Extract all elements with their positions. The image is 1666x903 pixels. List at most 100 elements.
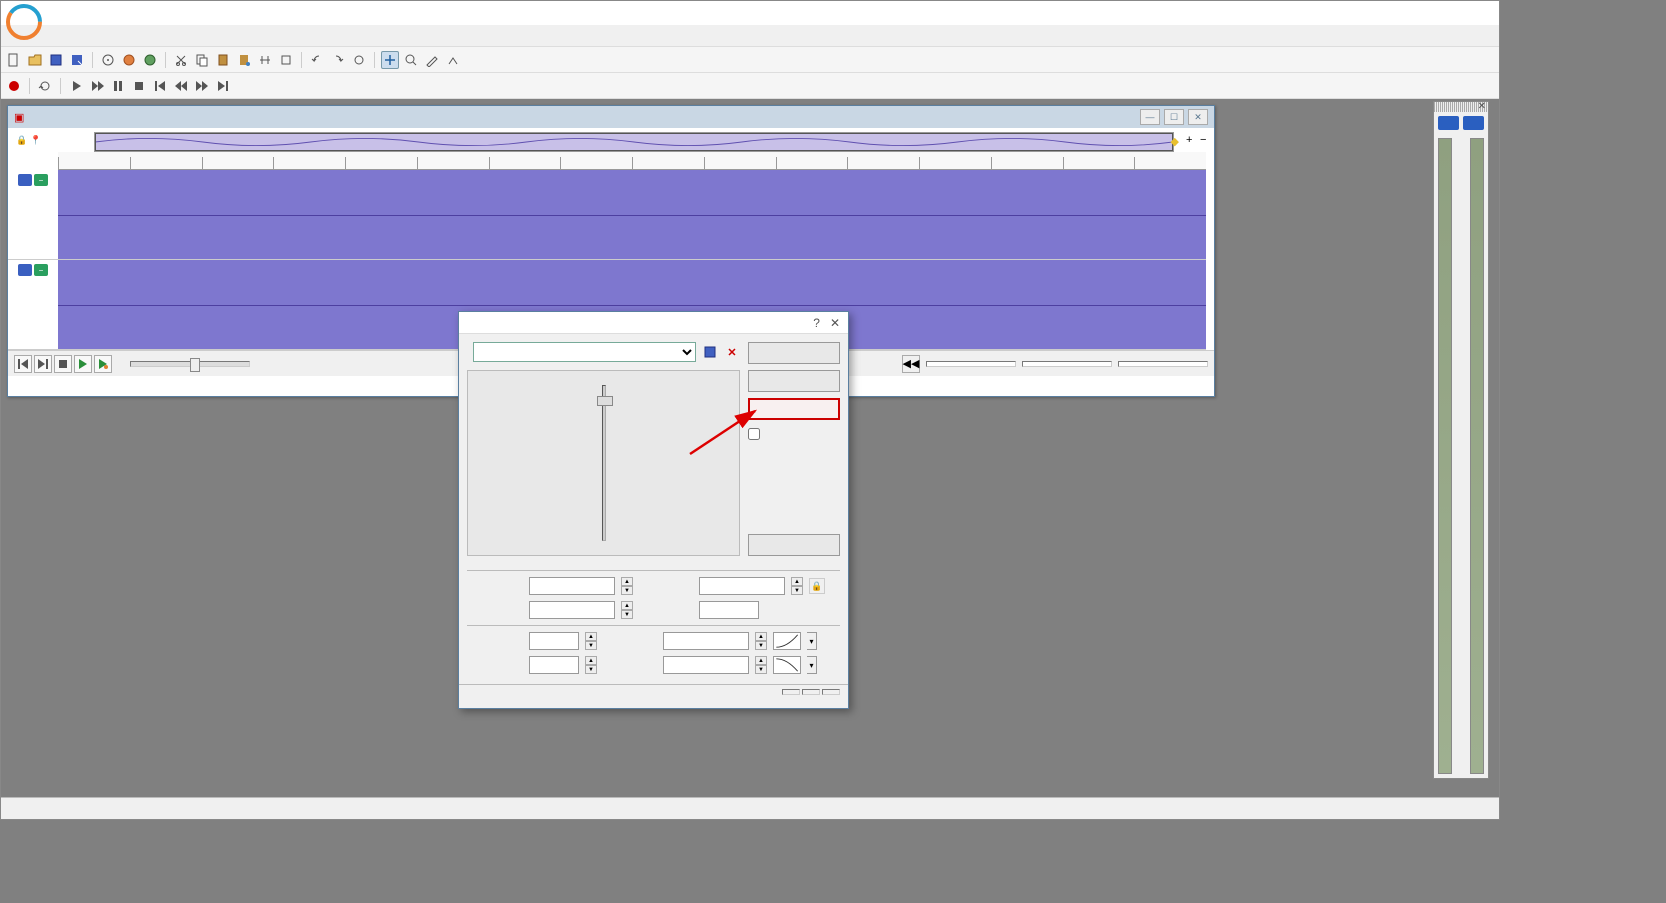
timecode-position[interactable] xyxy=(926,361,1016,367)
magnify-tool-icon[interactable] xyxy=(402,51,420,69)
footer-stop[interactable] xyxy=(54,355,72,373)
channel-1-badge[interactable] xyxy=(18,174,32,186)
repeat-icon[interactable] xyxy=(350,51,368,69)
end-spinner[interactable]: ▲▼ xyxy=(621,601,633,619)
stop-button[interactable] xyxy=(130,77,148,95)
cut-icon[interactable] xyxy=(172,51,190,69)
help-icon[interactable]: ? xyxy=(813,316,820,330)
noeffgain-input[interactable] xyxy=(529,656,579,674)
meter-ch1-badge[interactable] xyxy=(1438,116,1459,130)
mix-icon[interactable] xyxy=(256,51,274,69)
pencil-tool-icon[interactable] xyxy=(423,51,441,69)
preset-save-icon[interactable] xyxy=(702,344,718,360)
go-start-button[interactable] xyxy=(151,77,169,95)
start-spinner[interactable]: ▲▼ xyxy=(621,577,633,595)
end-input[interactable] xyxy=(529,601,615,619)
footer-play-special[interactable] xyxy=(94,355,112,373)
menu-help[interactable] xyxy=(147,34,159,38)
dialog-close-icon[interactable]: ✕ xyxy=(830,316,840,330)
pause-button[interactable] xyxy=(109,77,127,95)
loop-button[interactable] xyxy=(36,77,54,95)
noeffgain-spinner[interactable]: ▲▼ xyxy=(585,656,597,674)
menu-tools[interactable] xyxy=(91,34,103,38)
fadein-spinner[interactable]: ▲▼ xyxy=(755,632,767,650)
preset-delete-icon[interactable]: ✕ xyxy=(724,344,740,360)
effgain-input[interactable] xyxy=(529,632,579,650)
scrub-left-icon[interactable]: ◀◀ xyxy=(902,355,920,373)
copy-icon[interactable] xyxy=(193,51,211,69)
timeline-ruler[interactable] xyxy=(58,152,1206,170)
publish-icon[interactable] xyxy=(141,51,159,69)
burn-icon[interactable] xyxy=(120,51,138,69)
audio-window-titlebar[interactable]: ▣ — ☐ ✕ xyxy=(8,106,1214,128)
audio-maximize-button[interactable]: ☐ xyxy=(1164,109,1184,125)
record-button[interactable] xyxy=(5,77,23,95)
fadeout-input[interactable] xyxy=(663,656,749,674)
channel-1-mute[interactable]: − xyxy=(34,174,48,186)
gain-slider[interactable] xyxy=(602,385,606,541)
fadeout-spinner[interactable]: ▲▼ xyxy=(755,656,767,674)
meter-bar-1[interactable] xyxy=(1438,138,1452,774)
channel-2-badge[interactable] xyxy=(18,264,32,276)
marker-icon[interactable]: 📍 xyxy=(30,135,44,146)
menu-edit[interactable] xyxy=(21,34,33,38)
bypass-checkbox[interactable] xyxy=(748,428,840,440)
paste-icon[interactable] xyxy=(214,51,232,69)
cancel-button[interactable] xyxy=(748,370,840,392)
audio-minimize-button[interactable]: — xyxy=(1140,109,1160,125)
footer-go-start[interactable] xyxy=(14,355,32,373)
menu-file[interactable] xyxy=(7,34,19,38)
length-spinner[interactable]: ▲▼ xyxy=(791,577,803,595)
preview-button[interactable] xyxy=(748,398,840,420)
event-tool-icon[interactable] xyxy=(444,51,462,69)
dialog-titlebar[interactable]: ? ✕ xyxy=(459,312,848,334)
timecode-length[interactable] xyxy=(1022,361,1112,367)
trim-icon[interactable] xyxy=(277,51,295,69)
go-end-button[interactable] xyxy=(214,77,232,95)
overview-minus-icon[interactable]: − xyxy=(1200,134,1214,146)
open-icon[interactable] xyxy=(26,51,44,69)
fadein-curve-dd[interactable]: ▾ xyxy=(807,632,817,650)
footer-play[interactable] xyxy=(74,355,92,373)
menu-special[interactable] xyxy=(49,34,61,38)
edit-tool-icon[interactable] xyxy=(381,51,399,69)
new-icon[interactable] xyxy=(5,51,23,69)
audio-close-button[interactable]: ✕ xyxy=(1188,109,1208,125)
overview-end-marker[interactable]: ◆ xyxy=(1171,135,1179,148)
overview-plus-icon[interactable]: + xyxy=(1186,134,1200,146)
menu-view[interactable] xyxy=(35,34,47,38)
undo-icon[interactable] xyxy=(308,51,326,69)
meter-ch2-badge[interactable] xyxy=(1463,116,1484,130)
overview-bar[interactable]: ◆ xyxy=(94,132,1174,152)
forward-button[interactable] xyxy=(193,77,211,95)
paste-new-icon[interactable] xyxy=(235,51,253,69)
rewind-button[interactable] xyxy=(172,77,190,95)
menu-options[interactable] xyxy=(119,34,131,38)
menu-effects[interactable] xyxy=(77,34,89,38)
fadeout-curve[interactable] xyxy=(773,656,801,674)
saveas-icon[interactable] xyxy=(68,51,86,69)
rate-slider[interactable] xyxy=(130,361,250,367)
cd-icon[interactable] xyxy=(99,51,117,69)
effgain-spinner[interactable]: ▲▼ xyxy=(585,632,597,650)
save-icon[interactable] xyxy=(47,51,65,69)
footer-go-end[interactable] xyxy=(34,355,52,373)
play-button[interactable] xyxy=(67,77,85,95)
lock-icon[interactable]: 🔒 xyxy=(16,135,30,146)
redo-icon[interactable] xyxy=(329,51,347,69)
lock-length-icon[interactable]: 🔒 xyxy=(809,578,825,594)
channel-2-mute[interactable]: − xyxy=(34,264,48,276)
menu-fxfavorites[interactable] xyxy=(105,34,117,38)
play-all-button[interactable] xyxy=(88,77,106,95)
meter-bar-2[interactable] xyxy=(1470,138,1484,774)
ok-button[interactable] xyxy=(748,342,840,364)
waveform-ch1[interactable] xyxy=(58,170,1206,259)
preset-select[interactable] xyxy=(473,342,696,362)
timecode-zoom[interactable] xyxy=(1118,361,1208,367)
meter-close-icon[interactable]: ✕ xyxy=(1478,101,1486,112)
menu-window[interactable] xyxy=(133,34,145,38)
channel-input[interactable] xyxy=(699,601,759,619)
fadein-curve[interactable] xyxy=(773,632,801,650)
menu-process[interactable] xyxy=(63,34,75,38)
start-input[interactable] xyxy=(529,577,615,595)
